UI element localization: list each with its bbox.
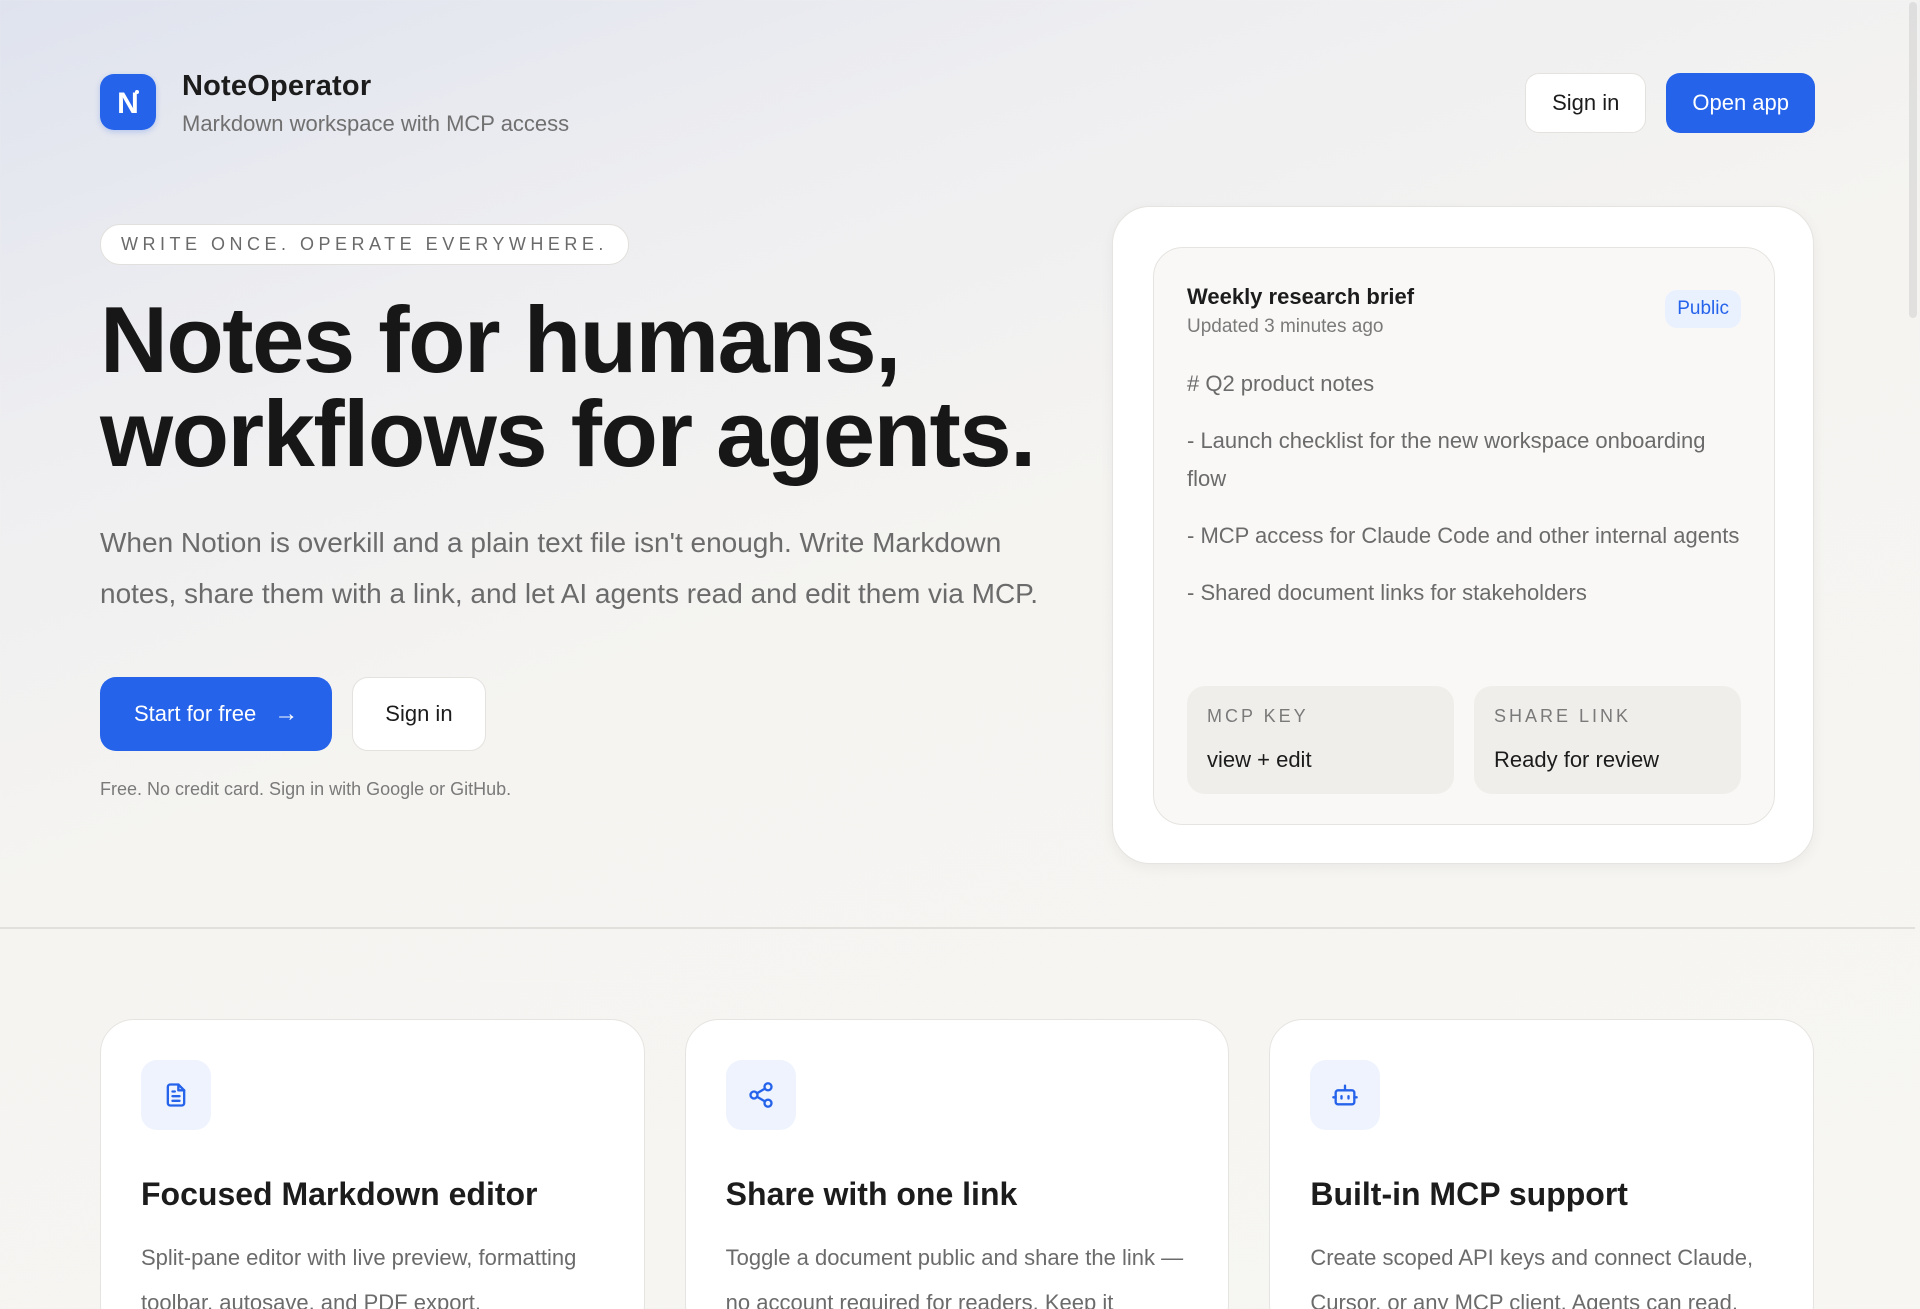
feature-title: Share with one link <box>725 1176 1018 1212</box>
hero-cta-row: Start for free → Sign in <box>100 677 1060 751</box>
brand-name: NoteOperator <box>182 70 372 102</box>
arrow-right-icon: → <box>274 700 299 727</box>
scrollbar-thumb[interactable] <box>1909 2 1917 318</box>
feature-desc: Split-pane editor with live preview, for… <box>141 1245 577 1309</box>
open-app-button[interactable]: Open app <box>1666 73 1815 133</box>
hero-headline: Notes for humans, workflows for agents. <box>100 293 1060 481</box>
chip-label: SHARE LINK <box>1494 706 1632 726</box>
document-title: Weekly research brief <box>1187 284 1415 309</box>
chip-label: MCP KEY <box>1207 706 1309 726</box>
start-free-button[interactable]: Start for free → <box>100 677 333 751</box>
header-actions: Sign in Open app <box>1525 73 1815 133</box>
feature-card-share: Share with one link Toggle a document pu… <box>684 1019 1230 1309</box>
document-line: - MCP access for Claude Code and other i… <box>1187 523 1740 548</box>
share-link-chip: SHARE LINK Ready for review <box>1474 686 1741 794</box>
page-scrollbar[interactable] <box>1906 0 1920 1309</box>
chip-value: view + edit <box>1207 747 1312 772</box>
feature-card-mcp: Built-in MCP support Create scoped API k… <box>1269 1019 1815 1309</box>
public-badge: Public <box>1665 290 1741 328</box>
logo-icon: N <box>100 74 156 130</box>
feature-card-editor: Focused Markdown editor Split-pane edito… <box>100 1019 645 1309</box>
brand-text: NoteOperator Markdown workspace with MCP… <box>182 70 569 137</box>
robot-icon <box>1310 1060 1381 1130</box>
feature-title: Built-in MCP support <box>1310 1176 1628 1212</box>
section-divider <box>0 927 1915 929</box>
mcp-key-chip: MCP KEY view + edit <box>1187 686 1454 794</box>
start-free-label: Start for free <box>134 701 257 726</box>
document-preview: Weekly research brief Updated 3 minutes … <box>1153 247 1775 825</box>
feature-desc: Toggle a document public and share the l… <box>725 1245 1184 1309</box>
share-icon <box>725 1060 796 1130</box>
hero-eyebrow: WRITE ONCE. OPERATE EVERYWHERE. <box>100 224 629 265</box>
hero-headline-line1: Notes for humans, <box>100 287 901 392</box>
hero: WRITE ONCE. OPERATE EVERYWHERE. Notes fo… <box>100 224 1060 800</box>
document-line: - Shared document links for stakeholders <box>1187 580 1587 605</box>
chip-value: Ready for review <box>1494 747 1660 772</box>
hero-lead: When Notion is overkill and a plain text… <box>100 527 1039 609</box>
header-sign-in-button[interactable]: Sign in <box>1525 73 1647 133</box>
brand[interactable]: N NoteOperator Markdown workspace with M… <box>100 70 569 137</box>
hero-sign-in-button[interactable]: Sign in <box>352 677 486 751</box>
document-line: # Q2 product notes <box>1187 371 1375 396</box>
landing-page: N NoteOperator Markdown workspace with M… <box>0 0 1920 1309</box>
document-meta-chips: MCP KEY view + edit SHARE LINK Ready for… <box>1187 686 1741 794</box>
document-body: # Q2 product notes - Launch checklist fo… <box>1187 365 1741 631</box>
document-line: - Launch checklist for the new workspace… <box>1187 428 1706 491</box>
document-preview-card: Weekly research brief Updated 3 minutes … <box>1112 206 1814 864</box>
document-icon <box>141 1060 211 1130</box>
feature-title: Focused Markdown editor <box>141 1176 538 1212</box>
features-section: Focused Markdown editor Split-pane edito… <box>100 1019 1815 1309</box>
brand-tagline: Markdown workspace with MCP access <box>182 111 570 136</box>
hero-fineprint: Free. No credit card. Sign in with Googl… <box>100 779 512 799</box>
feature-desc: Create scoped API keys and connect Claud… <box>1310 1245 1754 1309</box>
document-header: Weekly research brief Updated 3 minutes … <box>1187 284 1741 338</box>
hero-headline-line2: workflows for agents. <box>100 381 1036 486</box>
site-header: N NoteOperator Markdown workspace with M… <box>100 70 1815 140</box>
document-updated: Updated 3 minutes ago <box>1187 316 1384 337</box>
